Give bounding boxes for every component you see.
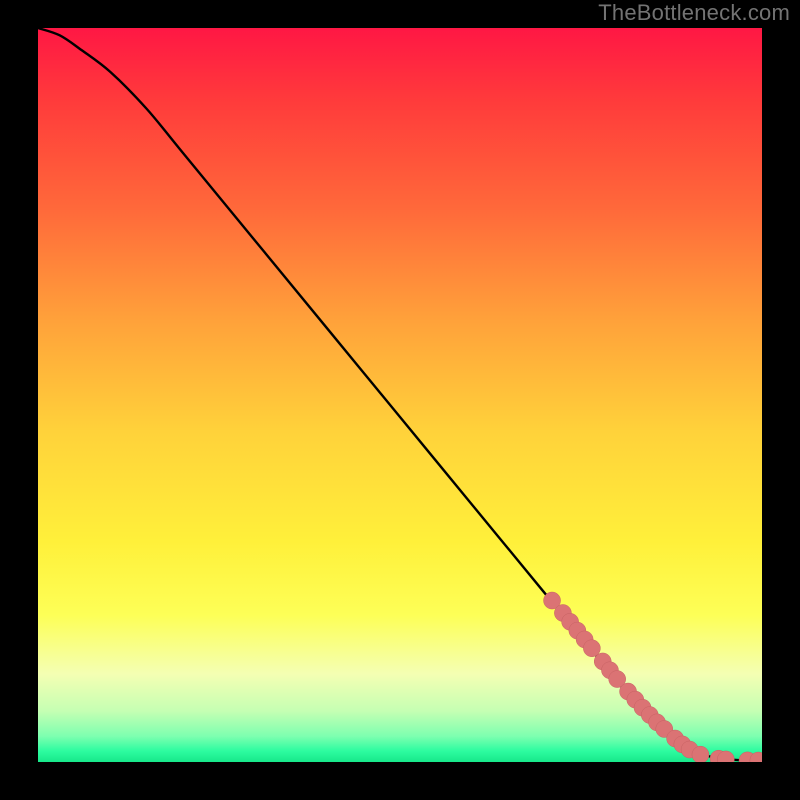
plot-area [38, 28, 762, 762]
sample-point [692, 746, 709, 762]
sample-point [583, 640, 600, 657]
watermark-text: TheBottleneck.com [598, 0, 790, 26]
chart-svg [38, 28, 762, 762]
gradient-background [38, 28, 762, 762]
chart-frame: TheBottleneck.com [0, 0, 800, 800]
